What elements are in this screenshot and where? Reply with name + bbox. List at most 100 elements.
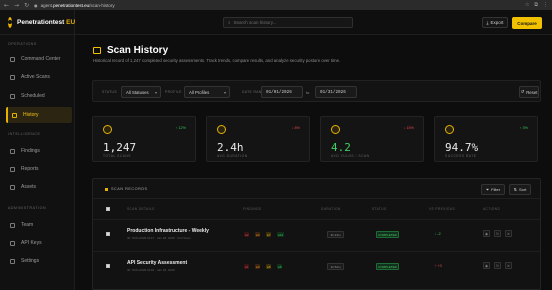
reload-icon[interactable]: ↻ (24, 2, 29, 9)
date-to-input[interactable]: 01/31/2026 (315, 86, 357, 98)
select-all-checkbox[interactable] (106, 207, 110, 211)
stat-card-total-scans: ↑ 12% 1,247 TOTAL SCANS (92, 116, 196, 162)
page-title: Scan History (107, 45, 169, 56)
filter-bar: STATUS All Statuses ▾ PROFILE All Profil… (92, 80, 541, 102)
radar-icon (103, 125, 112, 134)
filter-button[interactable]: ⏷ Filter (481, 184, 505, 195)
column-header: DURATION (321, 207, 341, 211)
stat-trend: ↑ 3% (519, 126, 528, 130)
users-icon (10, 222, 15, 228)
search-input[interactable]: ⌕ Search scan history... (223, 17, 353, 28)
records-title: SCAN RECORDS (105, 187, 148, 191)
export-button[interactable]: ⤓ Export (482, 17, 508, 28)
sidebar-item-team[interactable]: Team (6, 217, 72, 233)
stat-value: 2.4h (217, 141, 244, 154)
date-from-input[interactable]: 01/01/2026 (261, 86, 303, 98)
duration-badge: 3h 24m (327, 231, 344, 238)
stat-label: AVG DURATION (217, 154, 248, 158)
server-icon (10, 184, 15, 190)
brand-logo-icon (8, 16, 12, 28)
brand[interactable]: Penetrationtest EU (0, 10, 75, 35)
view-icon[interactable]: ◉ (483, 230, 490, 237)
column-header: STATUS (372, 207, 387, 211)
stat-card-avg-vulns: ↓ 15% 4.2 AVG VULNS / SCAN (320, 116, 424, 162)
column-header: FINDINGS (243, 207, 262, 211)
stat-card-avg-duration: ↓ 8% 2.4h AVG DURATION (206, 116, 310, 162)
search-icon: ⌕ (228, 20, 231, 26)
sidebar-item-api-keys[interactable]: API Keys (6, 235, 72, 251)
calendar-icon (10, 93, 15, 99)
sidebar-item-findings[interactable]: Findings (6, 143, 72, 159)
low-badge: ● 12 (277, 232, 285, 237)
filter-icon: ⏷ (485, 187, 490, 192)
sidebar-section-administration: ADMINISTRATION (8, 206, 47, 210)
records-header: SCAN RECORDS ⏷ Filter ⇅ Sort (93, 179, 540, 199)
view-icon[interactable]: ◉ (483, 262, 490, 269)
key-icon (10, 240, 15, 246)
stat-trend: ↓ 8% (291, 126, 300, 130)
bug-icon (10, 148, 15, 154)
browser-bar: ← → ↻ ● agent.penetrationtest.eu/scan-hi… (0, 0, 552, 10)
table-row[interactable]: Production Infrastructure - Weekly ID: S… (93, 219, 540, 251)
row-checkbox[interactable] (106, 264, 110, 268)
compare-button[interactable]: Compare (512, 17, 542, 29)
sidebar-item-history[interactable]: History (6, 107, 72, 123)
file-icon (10, 166, 15, 172)
date-to-label: to (306, 90, 310, 95)
address-bar[interactable]: ● agent.penetrationtest.eu/scan-history (34, 2, 520, 9)
menu-icon[interactable]: ⋮ (543, 2, 548, 8)
scan-meta: ID: SCN-2026-0146 · Jan 26, 2026 (127, 268, 175, 272)
high-badge: ● 4 (255, 232, 261, 237)
sidebar-item-active-scans[interactable]: Active Scans (6, 69, 72, 85)
column-header: VS PREVIOUS (429, 207, 456, 211)
back-icon[interactable]: ← (4, 2, 9, 9)
main-content: Scan History Historical record of 1,247 … (75, 35, 552, 290)
profile-filter-label: PROFILE (165, 90, 182, 94)
sidebar-section-intelligence: INTELLIGENCE (8, 132, 41, 136)
delete-icon[interactable]: ✕ (505, 230, 512, 237)
stat-card-success-rate: ↑ 3% 94.7% SUCCESS RATE (434, 116, 538, 162)
rerun-icon[interactable]: ↻ (494, 262, 501, 269)
status-filter-select[interactable]: All Statuses ▾ (121, 86, 161, 98)
table-row[interactable]: API Security Assessment ID: SCN-2026-014… (93, 251, 540, 283)
stat-trend: ↑ 12% (175, 126, 186, 130)
activity-icon (10, 74, 15, 80)
rerun-icon[interactable]: ↻ (494, 230, 501, 237)
scan-name: API Security Assessment (127, 260, 188, 266)
sidebar-item-assets[interactable]: Assets (6, 179, 72, 195)
grid-icon (10, 56, 15, 62)
status-filter-label: STATUS (102, 90, 117, 94)
duration-badge: 1h 52m (327, 263, 344, 270)
stat-value: 4.2 (331, 141, 351, 154)
sort-button[interactable]: ⇅ Sort (509, 184, 531, 195)
forward-icon[interactable]: → (14, 2, 19, 9)
critical-badge: ● 1 (244, 264, 250, 269)
search-placeholder: Search scan history... (233, 20, 277, 25)
low-badge: ● 8 (277, 264, 283, 269)
sort-icon: ⇅ (513, 187, 517, 192)
stat-trend: ↓ 15% (403, 126, 414, 130)
extensions-icon[interactable]: ⧉ (534, 2, 538, 8)
folder-icon (93, 47, 101, 54)
row-checkbox[interactable] (106, 232, 110, 236)
scan-name: Production Infrastructure - Weekly (127, 228, 209, 234)
shield-icon (331, 125, 340, 134)
sidebar-item-scheduled[interactable]: Scheduled (6, 88, 72, 104)
status-badge: COMPLETED (376, 263, 399, 270)
sidebar-item-command-center[interactable]: Command Center (6, 51, 72, 67)
delta-value: ↓ -2 (434, 231, 441, 236)
profile-filter-select[interactable]: All Profiles ▾ (184, 86, 230, 98)
stat-value: 1,247 (103, 141, 137, 154)
stat-label: SUCCESS RATE (445, 154, 477, 158)
star-icon[interactable]: ☆ (525, 2, 529, 8)
url-text: agent.penetrationtest.eu/scan-history (40, 2, 115, 8)
sidebar: Penetrationtest EU OPERATIONS Command Ce… (0, 10, 75, 290)
reset-button[interactable]: ↺ Reset (519, 86, 539, 98)
sidebar-section-operations: OPERATIONS (8, 42, 37, 46)
target-icon (445, 125, 454, 134)
sidebar-item-reports[interactable]: Reports (6, 161, 72, 177)
clock-icon (217, 125, 226, 134)
delete-icon[interactable]: ✕ (505, 262, 512, 269)
sidebar-item-settings[interactable]: Settings (6, 253, 72, 269)
delta-value: ↑ +3 (434, 263, 442, 268)
